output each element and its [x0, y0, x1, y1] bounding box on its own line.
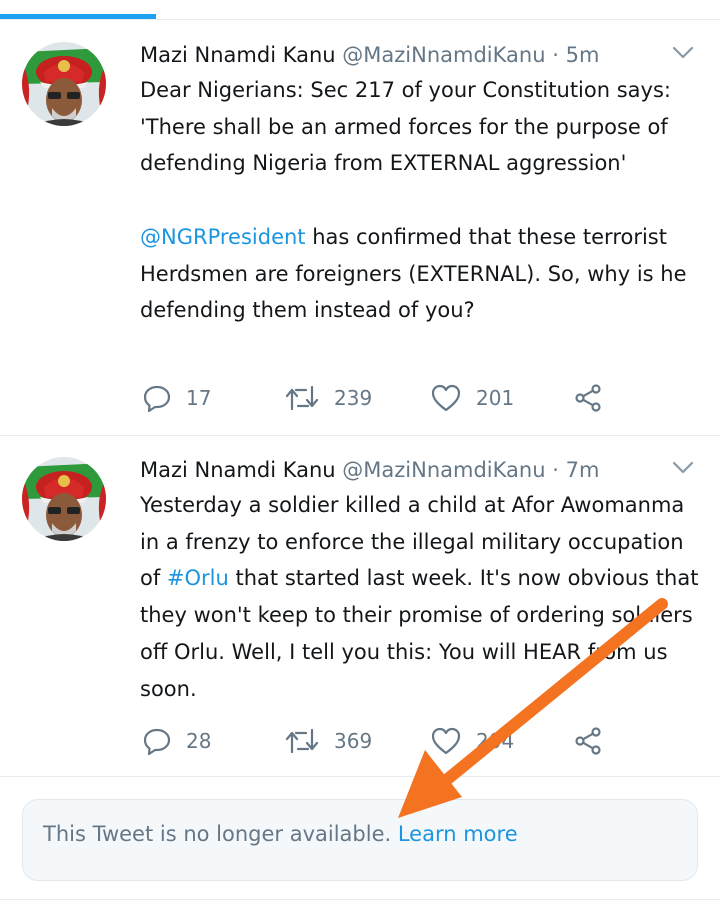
like-count: 204 [476, 729, 515, 753]
tweet-paragraph: Dear Nigerians: Sec 217 of your Constitu… [140, 72, 700, 182]
tweet[interactable]: Mazi Nnamdi Kanu @MaziNnamdiKanu · 7m Ye… [0, 437, 720, 777]
author-name[interactable]: Mazi Nnamdi Kanu [140, 458, 336, 482]
share-icon [575, 727, 601, 755]
retweet-count: 239 [334, 386, 373, 410]
unavailable-text: This Tweet is no longer available. [43, 822, 398, 846]
tweet-paragraph: Yesterday a soldier killed a child at Af… [140, 487, 700, 707]
retweet-icon [285, 385, 319, 411]
tweet-text: Dear Nigerians: Sec 217 of your Constitu… [140, 72, 700, 329]
retweet-button[interactable]: 369 [284, 723, 372, 759]
tweet-header: Mazi Nnamdi Kanu @MaziNnamdiKanu · 5m [140, 40, 660, 70]
heart-icon [431, 384, 461, 412]
separator: · [552, 43, 559, 67]
reply-count: 17 [186, 386, 212, 410]
reply-icon [143, 728, 171, 756]
unavailable-message: This Tweet is no longer available. Learn… [43, 822, 518, 846]
author-name[interactable]: Mazi Nnamdi Kanu [140, 43, 336, 67]
unavailable-tweet-notice: This Tweet is no longer available. Learn… [22, 799, 698, 881]
reply-count: 28 [186, 729, 212, 753]
like-button[interactable]: 201 [430, 380, 514, 416]
chevron-down-icon[interactable] [672, 461, 694, 475]
tweet-paragraph: @NGRPresident has confirmed that these t… [140, 219, 700, 329]
share-icon [575, 384, 601, 412]
reply-button[interactable]: 28 [142, 723, 211, 759]
author-handle[interactable]: @MaziNnamdiKanu [342, 43, 545, 67]
hashtag-link[interactable]: #Orlu [167, 566, 229, 590]
separator: · [552, 458, 559, 482]
divider [0, 899, 720, 900]
like-button[interactable]: 204 [430, 723, 514, 759]
tweet-actions: 17 239 201 [140, 380, 620, 416]
tweet-time[interactable]: 5m [566, 43, 600, 67]
tweet-header: Mazi Nnamdi Kanu @MaziNnamdiKanu · 7m [140, 455, 660, 485]
mention-link[interactable]: @NGRPresident [140, 225, 306, 249]
like-count: 201 [476, 386, 515, 410]
tweet-time[interactable]: 7m [566, 458, 600, 482]
text-segment: Dear Nigerians: Sec 217 of your Constitu… [140, 78, 671, 176]
tweet[interactable]: Mazi Nnamdi Kanu @MaziNnamdiKanu · 5m De… [0, 20, 720, 436]
share-button[interactable] [574, 723, 604, 759]
share-button[interactable] [574, 380, 604, 416]
retweet-icon [285, 728, 319, 754]
reply-icon [143, 385, 171, 413]
learn-more-link[interactable]: Learn more [398, 822, 518, 846]
retweet-count: 369 [334, 729, 373, 753]
reply-button[interactable]: 17 [142, 380, 211, 416]
avatar[interactable] [22, 457, 106, 541]
avatar[interactable] [22, 42, 106, 126]
tweet-text: Yesterday a soldier killed a child at Af… [140, 487, 700, 707]
chevron-down-icon[interactable] [672, 46, 694, 60]
author-handle[interactable]: @MaziNnamdiKanu [342, 458, 545, 482]
heart-icon [431, 727, 461, 755]
tweet-actions: 28 369 204 [140, 723, 620, 759]
retweet-button[interactable]: 239 [284, 380, 372, 416]
